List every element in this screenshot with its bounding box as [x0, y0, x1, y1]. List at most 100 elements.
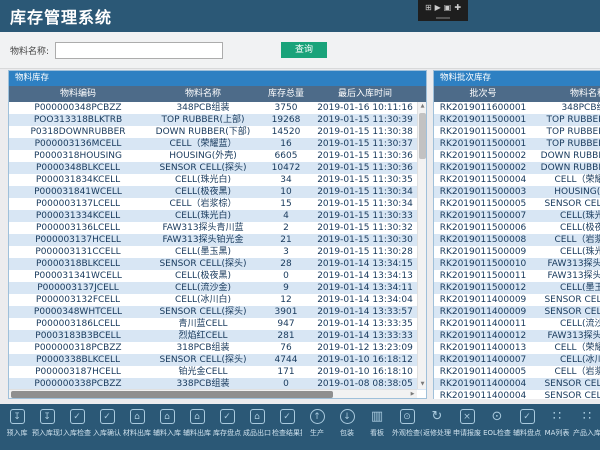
table-row[interactable]: RK2019011400009SENSOR CELL(探头): [434, 306, 600, 318]
toolbar-item-ma-list[interactable]: ∷MA列表: [542, 409, 572, 438]
table-row[interactable]: P0000338BLKCELLSENSOR CELL(探头)47442019-0…: [9, 354, 426, 366]
toolbar-item-finished-export[interactable]: ⌂成品出口: [242, 409, 272, 438]
toolbar-item-scrap-request[interactable]: ×申请报废: [452, 409, 482, 438]
table-row[interactable]: RK2019011400013CELL（荣耀蓝）: [434, 342, 600, 354]
toolbar-item-appearance-check[interactable]: ⊙外观检查(出货): [392, 409, 422, 438]
tool-icon[interactable]: ✚: [454, 3, 461, 12]
screen-recorder-overlay[interactable]: ⊞▶▣✚: [418, 0, 468, 21]
table-row[interactable]: P000000348PCBZZ348PCB组装37502019-01-16 10…: [9, 102, 426, 114]
column-header-total-qty[interactable]: 库存总量: [259, 86, 313, 102]
table-row[interactable]: P000031334KCELLCELL(珠光白)42019-01-15 11:3…: [9, 210, 426, 222]
toolbar-item-eol-check[interactable]: ⊙EOL检查: [482, 409, 512, 438]
table-row[interactable]: RK2019011400011CELL(流沙金): [434, 318, 600, 330]
table-row[interactable]: RK2019011500012CELL(墨玉黑): [434, 282, 600, 294]
table-row[interactable]: RK2019011400004SENSOR CELL(探头): [434, 390, 600, 399]
search-bar: 物料名称: 查询: [0, 32, 600, 69]
table-row[interactable]: P0003183B3BCELL烈焰红CELL2812019-01-14 13:3…: [9, 330, 426, 342]
table-row[interactable]: RK2019011500002DOWN RUBBER(下部): [434, 162, 600, 174]
toolbar-item-product-more[interactable]: ∷产品入库: [572, 409, 600, 438]
toolbar-item-rework[interactable]: ↻返修处理: [422, 409, 452, 438]
table-row[interactable]: P000003186LCELL青川蓝CELL9472019-01-14 13:3…: [9, 318, 426, 330]
table-cell: P000000348PCBZZ: [9, 102, 147, 114]
table-row[interactable]: P000003137JCELLCELL(流沙金)92019-01-14 13:3…: [9, 282, 426, 294]
column-header-last-inbound-time[interactable]: 最后入库时间: [313, 86, 417, 102]
query-button[interactable]: 查询: [281, 42, 327, 58]
toolbar-item-packaging[interactable]: ↓包装: [332, 409, 362, 438]
table-row[interactable]: RK2019011500001TOP RUBBER(上部): [434, 114, 600, 126]
table-row[interactable]: RK2019011500010FAW313探头青川蓝: [434, 258, 600, 270]
table-row[interactable]: P000003137HCELLFAW313探头铂光金212019-01-15 1…: [9, 234, 426, 246]
table-row[interactable]: P000031841WCELLCELL(极夜黑)102019-01-15 11:…: [9, 186, 426, 198]
vertical-scroll-thumb[interactable]: [419, 113, 426, 159]
table-row[interactable]: RK2019011500009CELL(珠光白): [434, 246, 600, 258]
toolbar-item-material-outbound[interactable]: ⌂材料出库: [122, 409, 152, 438]
table-row[interactable]: RK2019011500004CELL（荣耀蓝）: [434, 174, 600, 186]
toolbar-item-pre-inbound-site[interactable]: ↧预入库现场: [32, 409, 62, 438]
table-row[interactable]: RK2019011500002DOWN RUBBER(下部): [434, 150, 600, 162]
table-row[interactable]: RK2019011500008CELL（岩浆棕）: [434, 234, 600, 246]
table-row[interactable]: RK2019011400009SENSOR CELL(探头): [434, 294, 600, 306]
table-cell: CELL(珠光白): [532, 210, 600, 222]
table-row[interactable]: RK2019011500003HOUSING(外壳): [434, 186, 600, 198]
app-window: 库存管理系统 ⊞▶▣✚ 物料名称: 查询 物料库存 物料编码 物料名称 库存总量…: [0, 0, 600, 450]
scroll-down-icon[interactable]: ▼: [418, 380, 427, 389]
column-header-material-code[interactable]: 物料编码: [9, 86, 147, 102]
vertical-scrollbar[interactable]: ▲ ▼: [417, 102, 426, 389]
auxiliary-outbound-icon: ⌂: [190, 409, 205, 424]
table-row[interactable]: P0000348BLKCELLSENSOR CELL(探头)104722019-…: [9, 162, 426, 174]
table-row[interactable]: RK2019011500011FAW313探头铂光金: [434, 270, 600, 282]
material-outbound-icon: ⌂: [130, 409, 145, 424]
table-cell: CELL(珠光白): [532, 246, 600, 258]
column-header-material-name[interactable]: 物料名称: [532, 86, 600, 102]
table-row[interactable]: RK2019011500001TOP RUBBER(上部): [434, 138, 600, 150]
material-name-input[interactable]: [55, 42, 223, 59]
table-row[interactable]: RK2019011400007CELL(冰川白): [434, 354, 600, 366]
table-row[interactable]: RK2019011600001348PCB组装: [434, 102, 600, 114]
toolbar-item-auxiliary-outbound[interactable]: ⌂辅料出库: [182, 409, 212, 438]
table-row[interactable]: POO313318BLKTRBTOP RUBBER(上部)192682019-0…: [9, 114, 426, 126]
toolbar-item-auxiliary-inbound[interactable]: ⌂辅料入库: [152, 409, 182, 438]
table-row[interactable]: RK2019011400012FAW313探头铂光金: [434, 330, 600, 342]
toolbar-item-pre-inbound[interactable]: ↧预入库: [2, 409, 32, 438]
toolbar-item-label: 生产: [310, 428, 324, 438]
table-row[interactable]: RK2019011500005SENSOR CELL(探头): [434, 198, 600, 210]
column-header-batch-no[interactable]: 批次号: [434, 86, 532, 102]
column-header-material-name[interactable]: 物料名称: [147, 86, 259, 102]
table-row[interactable]: P000003136MCELLCELL（荣耀蓝）162019-01-15 11:…: [9, 138, 426, 150]
table-row[interactable]: RK2019011400005CELL（岩浆棕）: [434, 366, 600, 378]
screen-icon[interactable]: ▣: [444, 3, 452, 12]
toolbar-item-auxiliary-count[interactable]: ✓辅料盘点: [512, 409, 542, 438]
table-row[interactable]: RK2019011500006CELL(极夜黑): [434, 222, 600, 234]
play-icon[interactable]: ▶: [435, 3, 441, 12]
toolbar-item-production[interactable]: ↑生产: [302, 409, 332, 438]
toolbar-item-inbound-check[interactable]: ✓入库检查: [62, 409, 92, 438]
table-cell: P0000338BLKCELL: [9, 354, 147, 366]
table-row[interactable]: P000000318PCBZZ318PCB组装762019-01-12 13:2…: [9, 342, 426, 354]
horizontal-scroll-thumb[interactable]: [11, 391, 333, 398]
table-row[interactable]: P000031834KCELLCELL(珠光白)342019-01-15 11:…: [9, 174, 426, 186]
table-row[interactable]: P000031341WCELLCELL(极夜黑)02019-01-14 13:3…: [9, 270, 426, 282]
table-row[interactable]: P0000318HOUSINGHOUSING(外壳)66052019-01-15…: [9, 150, 426, 162]
table-row[interactable]: P0000318BLKCELLSENSOR CELL(探头)282019-01-…: [9, 258, 426, 270]
toolbar-item-check-result-print[interactable]: ✓检查结果打印: [272, 409, 302, 438]
scroll-right-icon[interactable]: ▶: [408, 390, 417, 399]
toolbar-item-label: 外观检查(出货): [392, 428, 422, 438]
scroll-up-icon[interactable]: ▲: [418, 102, 427, 111]
capture-icon[interactable]: ⊞: [425, 3, 432, 12]
table-row[interactable]: P000003131CCELLCELL(墨玉黑)32019-01-15 11:3…: [9, 246, 426, 258]
table-row[interactable]: RK2019011400004SENSOR CELL(探头): [434, 378, 600, 390]
table-cell: 2019-01-15 11:30:28: [313, 246, 417, 258]
table-row[interactable]: P0318DOWNRUBBERDOWN RUBBER(下部)145202019-…: [9, 126, 426, 138]
table-row[interactable]: P000003137LCELLCELL（岩浆棕）152019-01-15 11:…: [9, 198, 426, 210]
toolbar-item-kanban[interactable]: ▥看板: [362, 409, 392, 438]
table-row[interactable]: P000003136LCELLFAW313探头青川蓝22019-01-15 11…: [9, 222, 426, 234]
horizontal-scrollbar[interactable]: ▶: [9, 389, 417, 398]
table-cell: CELL(极夜黑): [532, 222, 600, 234]
table-row[interactable]: P000003132FCELLCELL(冰川白)122019-01-14 13:…: [9, 294, 426, 306]
table-row[interactable]: P000003187HCELL铂光金CELL1712019-01-10 16:1…: [9, 366, 426, 378]
toolbar-item-stock-count[interactable]: ✓库存盘点: [212, 409, 242, 438]
table-row[interactable]: RK2019011500001TOP RUBBER(上部): [434, 126, 600, 138]
toolbar-item-inbound-confirm[interactable]: ✓入库确认: [92, 409, 122, 438]
table-row[interactable]: P0000348WHTCELLSENSOR CELL(探头)39012019-0…: [9, 306, 426, 318]
table-row[interactable]: RK2019011500007CELL(珠光白): [434, 210, 600, 222]
